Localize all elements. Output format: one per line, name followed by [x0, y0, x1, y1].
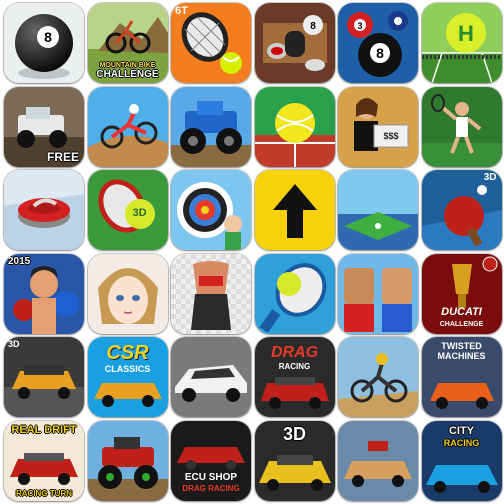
bike-title: CHALLENGE — [96, 69, 159, 80]
racing-car-icon — [4, 337, 84, 417]
app-icon-ducati[interactable]: DUCATI CHALLENGE — [421, 253, 502, 334]
drift-subtitle: RACING TURN — [16, 488, 72, 498]
fighters-icon — [338, 253, 418, 334]
app-icon-motocross[interactable] — [87, 86, 168, 167]
billiards-icon: 3 8 — [338, 3, 418, 83]
fitness-icon — [171, 253, 251, 334]
city-title-top: CITY — [448, 424, 475, 437]
app-icon-twisted-machines[interactable]: TWISTED MACHINES — [421, 337, 502, 417]
free-badge: FREE — [46, 149, 79, 164]
ecu-title: ECU SHOP — [184, 471, 238, 483]
app-icon-tennis-ball-racket[interactable] — [254, 253, 335, 334]
tennis-court-icon: H — [421, 3, 502, 83]
sports-car-icon — [171, 337, 251, 417]
mini-golf-icon — [338, 170, 418, 250]
svg-text:3: 3 — [357, 21, 362, 31]
app-icon-white-sports-car[interactable] — [171, 337, 251, 417]
archery-target-icon — [171, 170, 251, 250]
app-icon-8-ball-pool[interactable]: 8 — [4, 3, 84, 83]
3d-title: 3D — [282, 423, 306, 444]
app-icon-ecu-shop[interactable]: ECU SHOP DRAG RACING — [171, 420, 251, 501]
app-icon-fitness[interactable] — [171, 253, 251, 334]
app-icon-curling[interactable] — [4, 170, 84, 250]
ducati-subtitle: CHALLENGE — [439, 320, 484, 328]
dirt-bike-icon — [338, 337, 418, 417]
motocross-icon — [87, 86, 168, 167]
app-icon-monster-truck-offroad[interactable]: FREE — [4, 86, 84, 167]
app-icon-dirt-bike[interactable] — [338, 337, 418, 417]
app-icon-mini-golf[interactable] — [338, 170, 418, 250]
ecu-subtitle: DRAG RACING — [182, 483, 240, 493]
app-icon-city-racing[interactable]: CITY RACING — [421, 420, 502, 501]
anime-character-icon — [87, 253, 168, 334]
app-icon-tennis-player[interactable] — [421, 86, 502, 167]
year-badge: 2015 — [8, 255, 31, 267]
app-icon-tennis-ball-court[interactable] — [254, 86, 335, 167]
tennis-ball-icon — [254, 86, 335, 167]
monster-truck-icon — [171, 86, 251, 167]
green-truck-icon — [87, 420, 168, 501]
svg-text:8: 8 — [310, 21, 316, 32]
bowling-icon: 8 — [254, 3, 335, 83]
tennis-player-icon — [421, 86, 502, 167]
derby-car-icon — [338, 420, 418, 501]
app-icon-grid: 8 MOUNTAIN BIKE CHALLENGE 6T 8 3 8 H FRE… — [4, 3, 502, 501]
app-icon-monster-truck-blue[interactable] — [171, 86, 251, 167]
app-icon-fighter-heads[interactable] — [338, 253, 418, 334]
svg-text:8: 8 — [376, 45, 384, 61]
3d-badge: 3D — [483, 172, 497, 183]
app-icon-up-arrow[interactable] — [254, 170, 335, 250]
twisted-title-bottom: MACHINES — [437, 351, 486, 361]
app-icon-tennis-court[interactable]: H — [421, 3, 502, 83]
drag-title: DRAG — [270, 344, 319, 361]
casino-icon — [338, 86, 418, 167]
app-icon-3d-racing[interactable]: 3D — [4, 337, 84, 417]
drift-title: REAL DRIFT — [11, 423, 77, 436]
app-icon-3d-sports-car[interactable]: 3D — [254, 420, 335, 501]
app-icon-billiards-pool[interactable]: 3 8 — [338, 3, 418, 83]
app-icon-anime[interactable] — [87, 253, 168, 334]
csr-subtitle: CLASSICS — [104, 364, 151, 374]
tennis-racket-ball-icon — [254, 253, 335, 334]
svg-text:H: H — [458, 21, 474, 46]
up-arrow-icon — [254, 170, 335, 250]
app-icon-demolition-derby[interactable] — [338, 420, 418, 501]
twisted-title-top: TWISTED — [441, 341, 482, 351]
app-icon-csr-classics[interactable]: CSR CLASSICS — [87, 337, 168, 417]
svg-text:8: 8 — [44, 29, 52, 45]
bike-subtitle: MOUNTAIN BIKE — [99, 62, 156, 69]
app-icon-bowling[interactable]: 8 — [254, 3, 335, 83]
app-icon-boxing-2015[interactable]: 2015 — [4, 253, 84, 334]
app-icon-3d-ping-pong[interactable]: 3D — [421, 170, 502, 250]
3d-badge: 3D — [132, 207, 147, 219]
app-icon-3d-tennis[interactable]: 3D — [87, 170, 168, 250]
ducati-title: DUCATI — [441, 305, 482, 318]
casino-dollars: $$$ — [383, 130, 399, 141]
8-ball-icon: 8 — [4, 3, 84, 83]
app-icon-tennis-racket[interactable]: 6T — [171, 3, 251, 83]
city-title-bottom: RACING — [443, 437, 480, 448]
app-icon-real-drift[interactable]: REAL DRIFT RACING TURN — [4, 420, 84, 501]
tennis-badge: 6T — [175, 5, 188, 17]
app-icon-archery[interactable] — [171, 170, 251, 250]
app-icon-mountain-bike-challenge[interactable]: MOUNTAIN BIKE CHALLENGE — [87, 3, 168, 83]
app-icon-monster-truck-green[interactable] — [87, 420, 168, 501]
app-icon-casino[interactable]: $$$ — [338, 86, 418, 167]
3d-badge: 3D — [8, 339, 20, 349]
curling-icon — [4, 170, 84, 250]
csr-title: CSR — [106, 342, 149, 364]
drag-subtitle: RACING — [278, 362, 311, 371]
app-icon-drag-racing[interactable]: DRAG RACING — [254, 337, 335, 417]
